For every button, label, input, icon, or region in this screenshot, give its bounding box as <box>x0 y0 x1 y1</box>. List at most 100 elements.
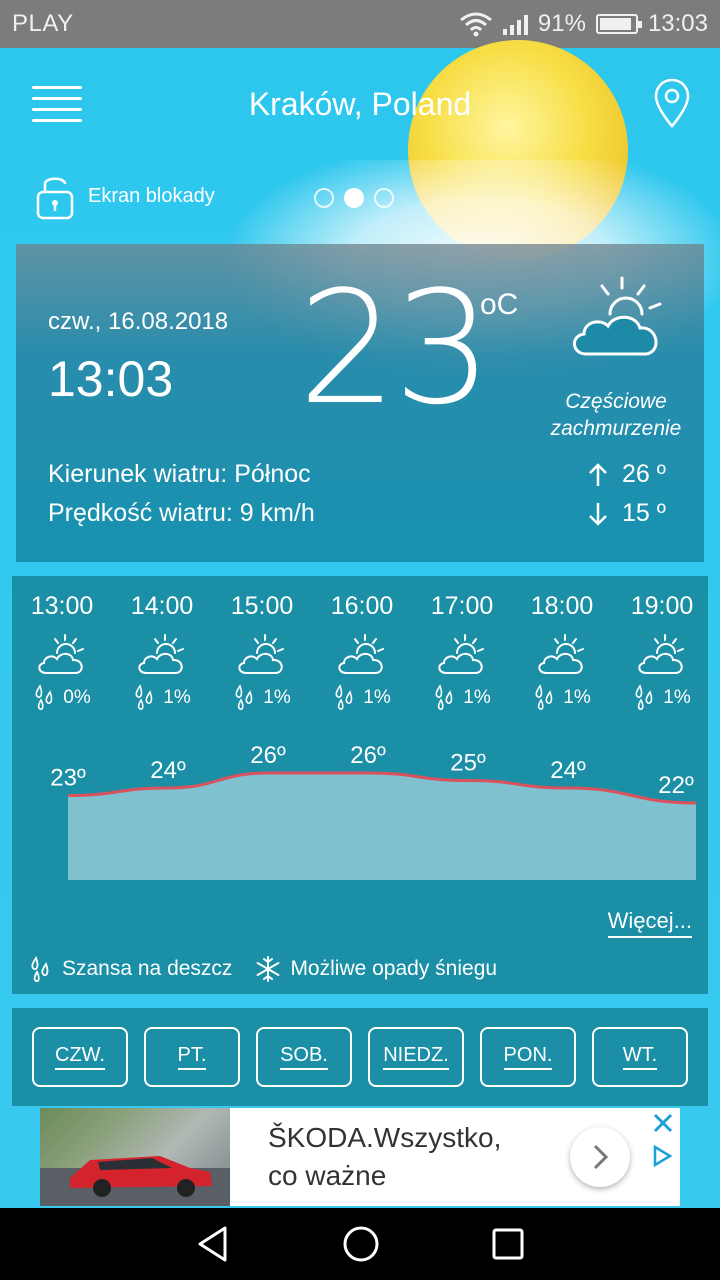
hour-rain-value: 1% <box>563 687 591 708</box>
ad-title[interactable]: ŠKODA.Wszystko, co ważne <box>230 1119 570 1195</box>
lock-screen-toggle[interactable]: Ekran blokady <box>36 172 215 220</box>
rain-drops-icon <box>535 684 553 710</box>
hour-time: 14:00 <box>130 592 194 620</box>
page-dot-active[interactable] <box>344 188 364 208</box>
signal-icon <box>502 13 528 35</box>
rain-drops-icon <box>31 956 49 983</box>
recent-apps-icon[interactable] <box>491 1227 525 1261</box>
day-tab[interactable]: PON. <box>480 1027 576 1087</box>
hour-rain-value: 1% <box>663 687 691 708</box>
day-tab-label: PON. <box>503 1044 553 1070</box>
current-weather-panel: czw., 16.08.2018 13:03 23 oC Częściowe z… <box>16 244 704 562</box>
partly-cloudy-icon <box>438 634 484 674</box>
hour-column: 16:00 1% <box>312 592 412 713</box>
hour-time: 16:00 <box>330 592 394 620</box>
low-temperature: 15 º <box>588 499 666 528</box>
legend-snow-label: Możliwe opady śniegu <box>290 957 498 980</box>
wind-direction: Kierunek wiatru: Północ <box>48 460 311 488</box>
day-tab-label: SOB. <box>280 1044 328 1070</box>
carrier-name: PLAY <box>12 10 74 37</box>
hour-rain-value: 1% <box>363 687 391 708</box>
partly-cloudy-icon <box>538 634 584 674</box>
rain-drops-icon <box>135 684 153 710</box>
hour-column: 15:00 1% <box>212 592 312 713</box>
partly-cloudy-icon <box>338 634 384 674</box>
hour-column: 13:00 0% <box>12 592 112 713</box>
day-tab-label: NIEDZ. <box>383 1044 449 1070</box>
partly-cloudy-icon <box>38 634 84 674</box>
ad-title-line-1: ŠKODA.Wszystko, <box>268 1122 502 1153</box>
hour-column: 17:00 1% <box>412 592 512 713</box>
day-tab-label: WT. <box>622 1044 658 1070</box>
page-dot[interactable] <box>374 188 394 208</box>
status-time: 13:03 <box>647 10 708 37</box>
current-date: czw., 16.08.2018 <box>48 308 229 335</box>
hour-time: 19:00 <box>630 592 694 620</box>
hour-rain-value: 1% <box>463 687 491 708</box>
daily-tabs: CZW. PT. SOB. NIEDZ. PON. WT. <box>12 1008 708 1106</box>
day-tab[interactable]: SOB. <box>256 1027 352 1087</box>
condition-text: Częściowe zachmurzenie <box>526 388 706 442</box>
battery-percent: 91% <box>537 10 586 37</box>
back-icon[interactable] <box>195 1225 231 1263</box>
partly-cloudy-icon <box>238 634 284 674</box>
condition-line-1: Częściowe <box>565 390 667 413</box>
city-title[interactable]: Kraków, Poland <box>0 86 720 123</box>
hour-rain: 1% <box>312 683 412 713</box>
hour-temp-label: 26º <box>350 742 386 769</box>
hour-time: 18:00 <box>530 592 594 620</box>
day-tab-label: PT. <box>177 1044 207 1070</box>
current-temperature: 23 <box>298 257 493 439</box>
hour-column: 19:00 1% <box>612 592 708 713</box>
high-temperature-value: 26 º <box>622 460 666 488</box>
day-tab[interactable]: CZW. <box>32 1027 128 1087</box>
day-tab-row: CZW. PT. SOB. NIEDZ. PON. WT. <box>32 1027 688 1087</box>
day-tab[interactable]: PT. <box>144 1027 240 1087</box>
hour-time: 17:00 <box>430 592 494 620</box>
home-icon[interactable] <box>341 1224 381 1264</box>
wind-speed: Prędkość wiatru: 9 km/h <box>48 499 315 527</box>
condition-line-2: zachmurzenie <box>550 417 682 440</box>
wifi-icon <box>459 12 492 37</box>
lock-screen-label: Ekran blokady <box>88 184 215 207</box>
hourly-list: 13:00 0% 14:00 1% 15:00 1% 16:00 1% 17:00 1% 18:00… <box>12 592 708 713</box>
partly-cloudy-icon <box>138 634 184 674</box>
arrow-down-icon <box>589 502 607 526</box>
temperature-unit: oC <box>480 288 519 321</box>
page-indicator <box>314 188 394 208</box>
hour-temp-label: 24º <box>550 757 586 784</box>
snowflake-icon <box>257 956 280 982</box>
hour-rain: 1% <box>612 683 708 713</box>
day-tab-label: CZW. <box>55 1044 105 1070</box>
more-button[interactable]: Więcej... <box>607 908 692 938</box>
location-pin-icon[interactable] <box>654 78 690 130</box>
day-tab[interactable]: WT. <box>592 1027 688 1087</box>
status-icons: 91% 13:03 <box>459 10 708 38</box>
hour-column: 18:00 1% <box>512 592 612 713</box>
hour-rain: 1% <box>512 683 612 713</box>
rain-drops-icon <box>635 684 653 710</box>
hour-column: 14:00 1% <box>112 592 212 713</box>
legend: Szansa na deszcz Możliwe opady śniegu <box>28 954 497 984</box>
page-dot[interactable] <box>314 188 334 208</box>
hourly-forecast-panel[interactable]: 13:00 0% 14:00 1% 15:00 1% 16:00 1% 17:00 1% 18:00… <box>12 576 708 994</box>
hour-temp-label: 25º <box>450 750 486 777</box>
ad-banner[interactable]: ŠKODA.Wszystko, co ważne <box>40 1108 680 1206</box>
hour-rain: 1% <box>112 683 212 713</box>
hour-rain-value: 0% <box>63 687 91 708</box>
ad-close-icon[interactable] <box>652 1112 674 1134</box>
rain-drops-icon <box>35 684 53 710</box>
ad-choices-icon[interactable] <box>650 1144 674 1168</box>
hour-time: 15:00 <box>230 592 294 620</box>
partly-cloudy-icon <box>638 634 684 674</box>
hour-rain-value: 1% <box>163 687 191 708</box>
ad-car-image[interactable] <box>40 1108 230 1206</box>
hour-rain-value: 1% <box>263 687 291 708</box>
ad-open-button[interactable] <box>570 1127 630 1187</box>
rain-drops-icon <box>435 684 453 710</box>
arrow-up-icon <box>589 462 607 486</box>
ad-title-line-2: co ważne <box>268 1160 387 1191</box>
day-tab[interactable]: NIEDZ. <box>368 1027 464 1087</box>
hour-rain: 1% <box>212 683 312 713</box>
legend-rain-label: Szansa na deszcz <box>62 957 233 980</box>
